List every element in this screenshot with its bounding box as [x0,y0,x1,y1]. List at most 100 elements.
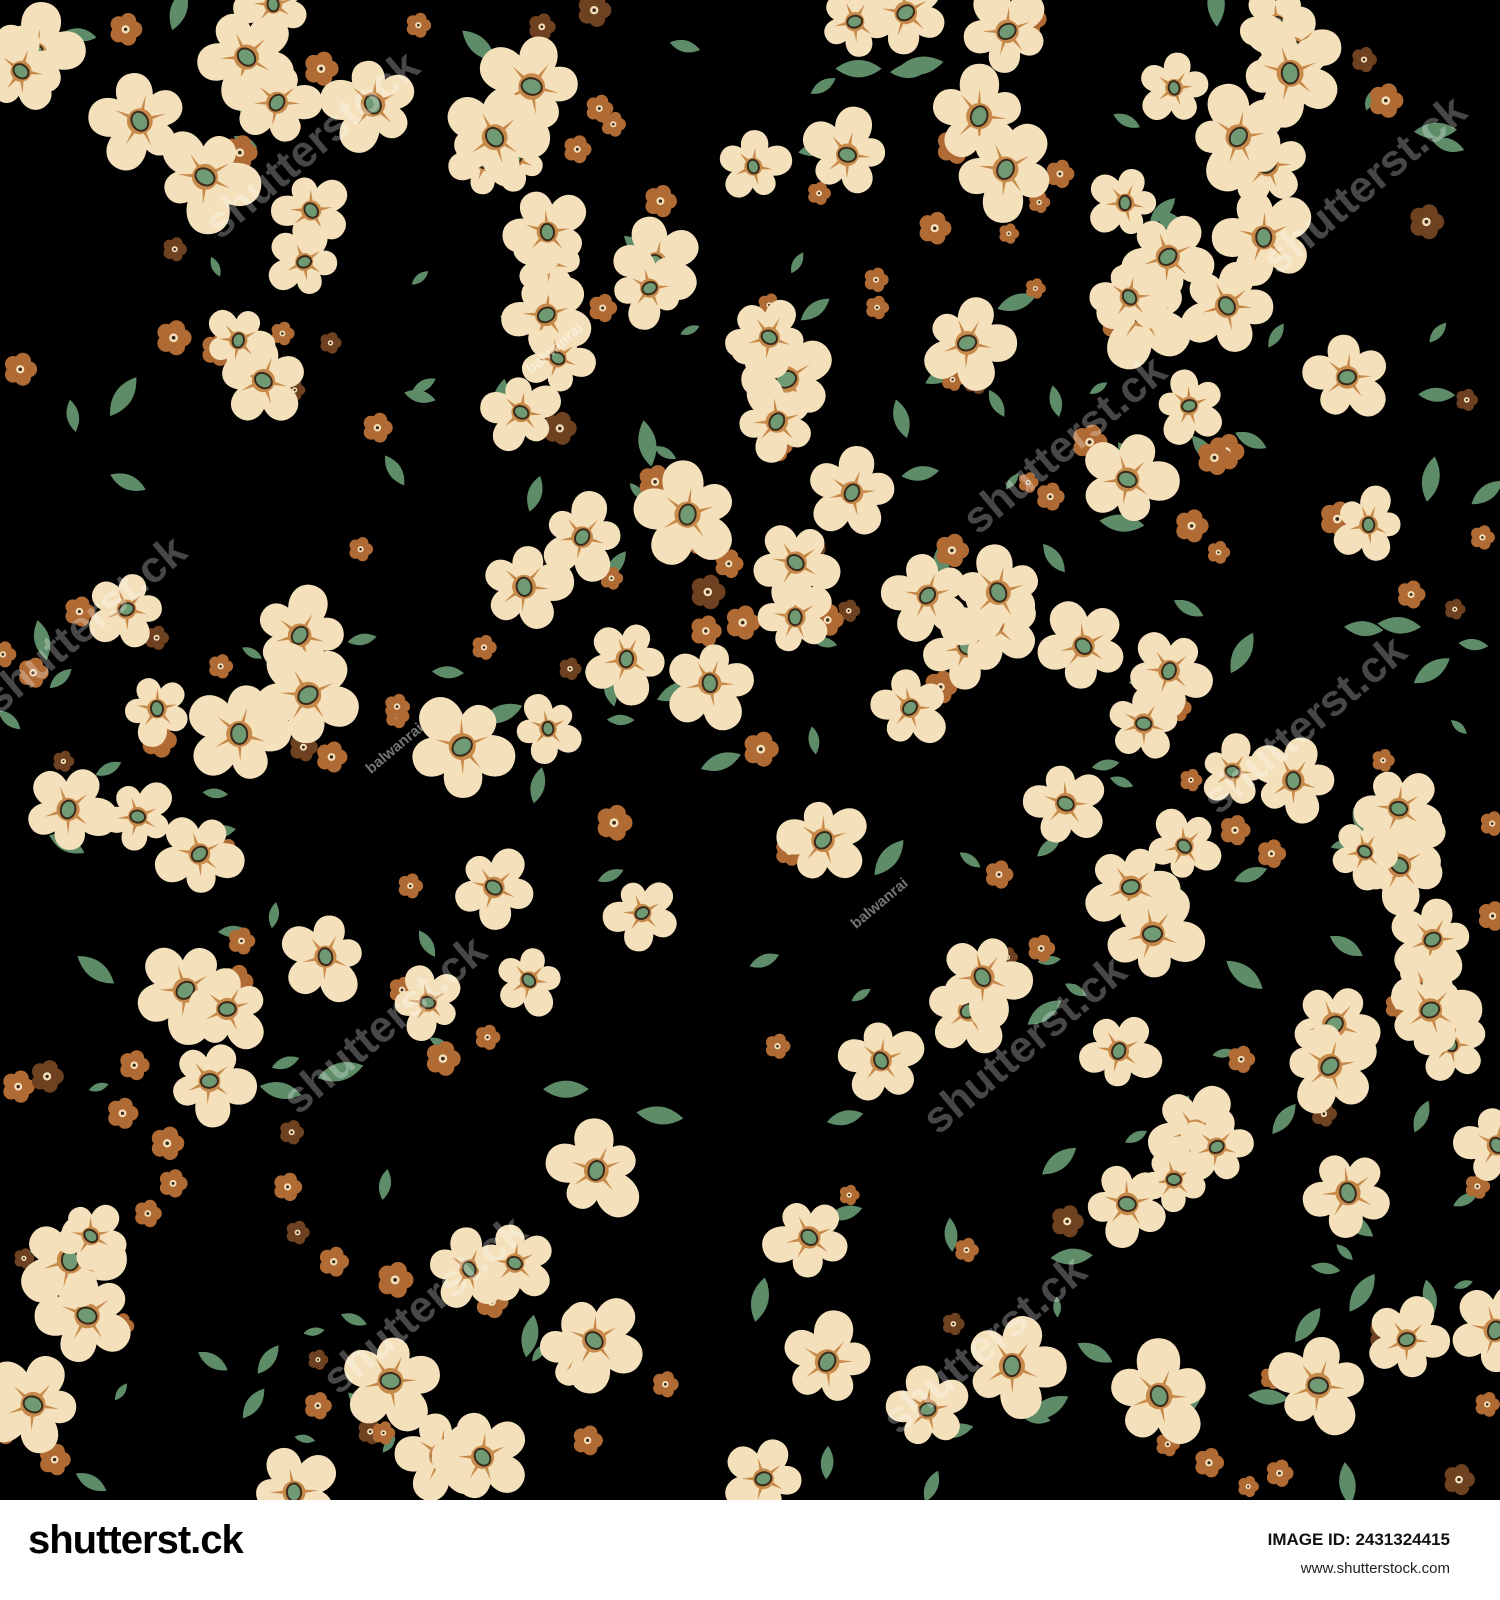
leaf [95,761,122,776]
small-blossom [209,654,234,679]
leaf [1053,1296,1061,1318]
leaf [33,620,51,661]
leaf [110,377,137,417]
leaf [1207,0,1225,27]
leaf [820,1445,834,1480]
leaf [543,1080,589,1098]
small-blossom [157,320,192,356]
small-blossom [229,927,256,955]
leaf [0,710,21,730]
small-blossom [1046,159,1075,188]
leaf [1042,1147,1077,1175]
large-flower [412,696,516,798]
leaf [1268,323,1284,348]
large-flower [125,678,188,747]
leaf [385,455,405,486]
leaf [242,1388,265,1419]
leaf [1329,935,1363,956]
small-blossom [564,135,592,164]
small-blossom [645,185,677,218]
small-blossom [955,1237,979,1263]
leaf [638,420,657,467]
leaf [530,767,546,804]
small-blossom [274,1172,303,1202]
small-blossom [1238,1475,1259,1498]
small-blossom [163,237,187,262]
large-flower [725,1439,802,1500]
small-blossom [1266,1459,1294,1487]
small-blossom [1471,525,1495,550]
leaf [1344,621,1384,636]
leaf [1471,480,1500,505]
leaf [341,1313,367,1326]
leaf [1413,122,1458,139]
small-blossom [999,223,1020,244]
small-blossom [1398,580,1426,609]
small-blossom [151,1126,185,1160]
leaf [1413,658,1450,684]
large-flower [1302,334,1386,417]
leaf [1049,385,1063,418]
leaf [851,988,871,1002]
leaf [826,1110,864,1126]
small-blossom [363,412,393,443]
leaf [923,1470,940,1500]
small-blossom [986,860,1014,889]
small-blossom [426,1041,461,1076]
small-blossom [839,1184,860,1206]
small-blossom [317,741,348,773]
leaf [1458,638,1489,651]
leaf [1349,1273,1375,1312]
leaf [700,752,742,771]
leaf [1336,1244,1353,1261]
leaf [198,1351,228,1371]
leaf [1418,387,1456,402]
leaf [88,1082,109,1092]
leaf [1109,776,1134,788]
small-blossom [529,13,556,41]
small-blossom [1445,598,1466,620]
small-blossom [108,1097,139,1129]
leaf [431,666,464,679]
small-blossom [472,635,497,660]
small-blossom [1475,1392,1500,1417]
small-blossom [159,1169,188,1198]
small-blossom [1195,1448,1225,1478]
small-blossom [1037,482,1065,511]
large-flower [173,1044,257,1128]
leaf [210,256,221,277]
small-blossom [3,1070,35,1103]
small-blossom [1444,1464,1475,1496]
leaf [1421,456,1440,502]
large-flower [455,848,534,930]
leaf [597,869,624,883]
leaf [259,1082,302,1099]
small-blossom [349,537,373,562]
leaf [257,1345,279,1374]
small-blossom [1208,541,1231,564]
small-blossom [120,1050,150,1081]
small-blossom [1410,204,1445,240]
leaf [959,852,981,868]
leaf [808,726,820,755]
large-flower [1079,1016,1163,1087]
large-flower [776,802,867,879]
leaf [294,1434,316,1443]
leaf [347,633,377,646]
leaf [1065,983,1087,997]
leaf [1089,382,1108,394]
leaf [527,475,543,512]
leaf [202,788,229,799]
small-blossom [398,873,424,899]
leaf [1339,1462,1356,1500]
small-blossom [1228,1045,1256,1073]
large-flower [545,1118,640,1218]
large-flower [394,965,461,1042]
small-blossom [19,657,49,688]
leaf [1429,322,1447,343]
small-blossom [936,533,969,568]
stock-footer-bar: shutterst.ck IMAGE ID: 2431324415 www.sh… [0,1500,1500,1600]
small-blossom [1258,839,1287,868]
large-flower [103,782,172,851]
leaf [242,647,262,659]
